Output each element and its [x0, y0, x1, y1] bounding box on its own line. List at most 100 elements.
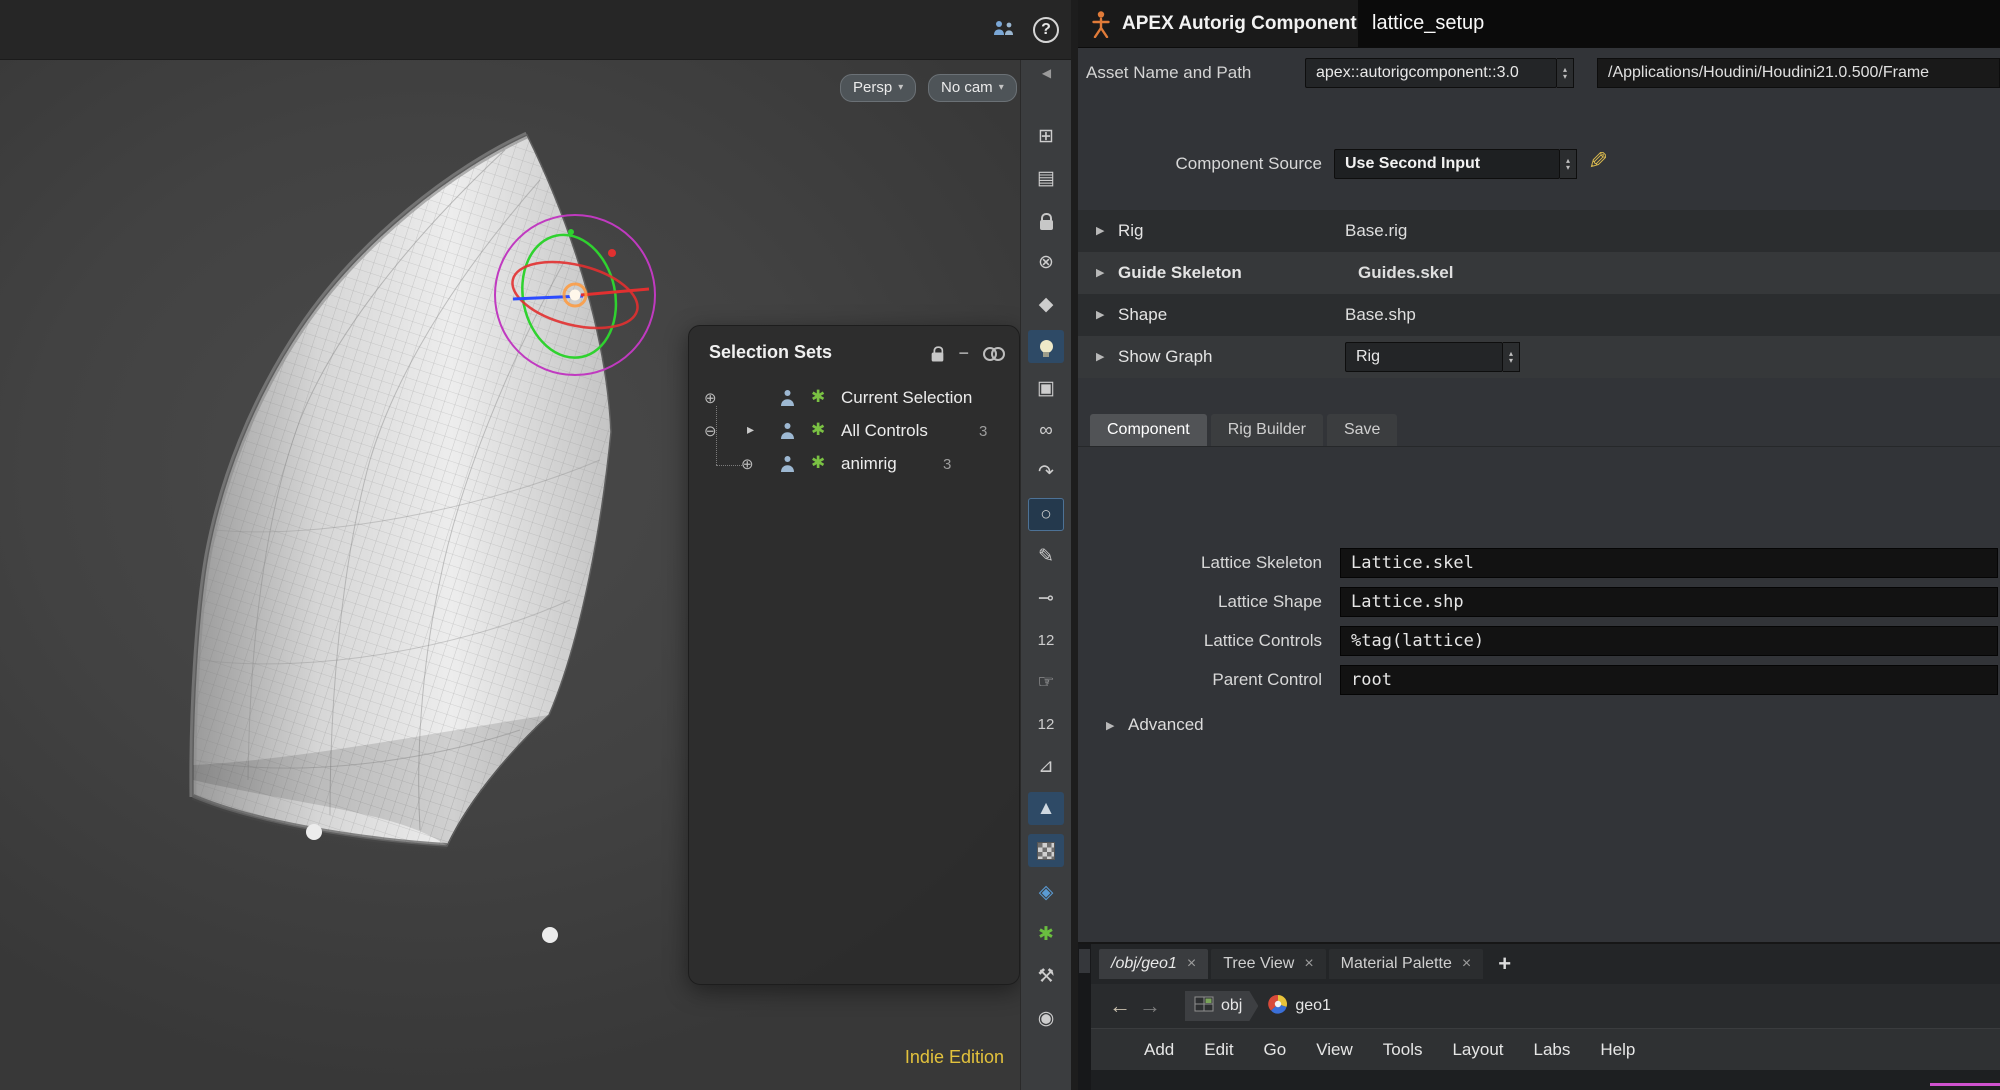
- paint-hand-icon[interactable]: ☞: [1028, 666, 1064, 699]
- tab-obj-geo1[interactable]: /obj/geo1 ×: [1099, 949, 1208, 979]
- persp-view-button[interactable]: Persp ▾: [840, 74, 916, 102]
- layout-panes-icon[interactable]: ⊞: [1028, 120, 1064, 153]
- component-source-spinner[interactable]: ▴ ▾: [1560, 149, 1577, 179]
- collapse-rail-icon[interactable]: ◀: [1021, 66, 1072, 80]
- tab-rig-builder[interactable]: Rig Builder: [1211, 414, 1323, 446]
- menu-tools[interactable]: Tools: [1368, 1029, 1438, 1071]
- parent-control-field[interactable]: root: [1340, 665, 1998, 695]
- viewport-canvas[interactable]: Persp ▾ No cam ▾ Selection Sets − ⊕: [0, 60, 1020, 1090]
- pane-splitter[interactable]: [1078, 944, 1091, 1090]
- persp-label: Persp: [853, 75, 892, 101]
- menu-view[interactable]: View: [1301, 1029, 1368, 1071]
- help-icon[interactable]: ?: [1033, 17, 1059, 43]
- asset-spinner[interactable]: ▴ ▾: [1557, 58, 1574, 88]
- expand-icon[interactable]: ⊕: [741, 455, 754, 473]
- collapse-icon[interactable]: ⊖: [704, 422, 717, 440]
- pane-divider[interactable]: [1071, 0, 1078, 1090]
- paint-count-icon[interactable]: 12: [1028, 708, 1064, 741]
- burst-icon[interactable]: ✱: [1028, 918, 1064, 951]
- show-graph-spinner[interactable]: ▴ ▾: [1503, 342, 1520, 372]
- tab-material-palette[interactable]: Material Palette ×: [1329, 949, 1484, 979]
- new-tab-button[interactable]: +: [1498, 951, 1511, 977]
- selection-set-label[interactable]: animrig: [841, 454, 897, 474]
- back-arrow-icon[interactable]: ←: [1109, 993, 1131, 1019]
- asset-dropdown[interactable]: apex::autorigcomponent::3.0: [1305, 58, 1557, 88]
- breadcrumb-obj[interactable]: obj: [1185, 991, 1258, 1021]
- menu-go[interactable]: Go: [1249, 1029, 1302, 1071]
- network-canvas-strip: [1091, 1070, 2000, 1090]
- character-icon: [779, 422, 796, 445]
- lattice-skeleton-field[interactable]: Lattice.skel: [1340, 548, 1998, 578]
- brush-icon[interactable]: ✎: [1028, 540, 1064, 573]
- splitter-handle[interactable]: [1079, 949, 1090, 973]
- section-shape[interactable]: ▶ Shape Base.shp: [1078, 294, 2000, 336]
- select-circle-icon[interactable]: ○: [1028, 498, 1064, 531]
- section-rig[interactable]: ▶ Rig Base.rig: [1078, 210, 2000, 252]
- list-item[interactable]: ⊖ ▸ ✱ All Controls 3: [689, 415, 1019, 448]
- component-source-dropdown[interactable]: Use Second Input: [1334, 149, 1560, 179]
- minimize-icon[interactable]: −: [958, 346, 969, 360]
- section-show-graph[interactable]: ▶ Show Graph Rig ▴ ▾: [1078, 336, 2000, 378]
- no-cam-button[interactable]: No cam ▾: [928, 74, 1017, 102]
- glasses-icon[interactable]: ∞: [1028, 414, 1064, 447]
- expand-icon[interactable]: ⊕: [704, 389, 717, 407]
- caret-right-icon[interactable]: ▶: [1096, 350, 1104, 363]
- menu-help[interactable]: Help: [1585, 1029, 1650, 1071]
- lattice-controls-field[interactable]: %tag(lattice): [1340, 626, 1998, 656]
- handles-icon[interactable]: ▲: [1028, 792, 1064, 825]
- tab-component[interactable]: Component: [1090, 414, 1207, 446]
- edit-pencil-icon[interactable]: ✎: [1588, 147, 1608, 176]
- tool-icon[interactable]: ⚒: [1028, 960, 1064, 993]
- list-item[interactable]: ⊕ ✱ Current Selection: [689, 382, 1019, 415]
- selection-sets-title: Selection Sets: [709, 342, 832, 363]
- sphere-icon[interactable]: ◉: [1028, 1002, 1064, 1035]
- caret-right-icon[interactable]: ▶: [1096, 308, 1104, 321]
- layers-icon[interactable]: ▣: [1028, 372, 1064, 405]
- menu-add[interactable]: Add: [1129, 1029, 1189, 1071]
- alpha-checker-icon[interactable]: [1028, 834, 1064, 867]
- list-item[interactable]: ⊕ ✱ animrig 3: [689, 448, 1019, 481]
- spinner-down-icon[interactable]: ▾: [1563, 73, 1567, 80]
- show-graph-dropdown[interactable]: Rig: [1345, 342, 1503, 372]
- select-none-icon[interactable]: ⊗: [1028, 246, 1064, 279]
- advanced-section[interactable]: ▶ Advanced: [1078, 710, 2000, 740]
- caret-right-icon[interactable]: ▶: [1096, 224, 1104, 237]
- field-label: Parent Control: [1078, 665, 1322, 695]
- breadcrumb-geo1[interactable]: geo1: [1268, 991, 1331, 1021]
- pin-icon[interactable]: ▸: [747, 421, 754, 438]
- notes-icon[interactable]: ▤: [1028, 162, 1064, 195]
- display-count-icon[interactable]: 12: [1028, 624, 1064, 657]
- menu-labs[interactable]: Labs: [1519, 1029, 1586, 1071]
- close-icon[interactable]: ×: [1187, 955, 1196, 973]
- tab-save[interactable]: Save: [1327, 414, 1397, 446]
- asset-path-field[interactable]: /Applications/Houdini/Houdini21.0.500/Fr…: [1597, 58, 2000, 88]
- section-guide-skeleton[interactable]: ▶ Guide Skeleton Guides.skel: [1078, 252, 2000, 294]
- forward-arrow-icon[interactable]: →: [1139, 993, 1161, 1019]
- highlight-bulb-icon[interactable]: [1028, 330, 1064, 363]
- menu-layout[interactable]: Layout: [1437, 1029, 1518, 1071]
- characters-icon[interactable]: [991, 19, 1017, 42]
- snap-diamond-icon[interactable]: ◆: [1028, 288, 1064, 321]
- link-icon[interactable]: [983, 346, 1005, 360]
- lock-icon[interactable]: [932, 353, 944, 362]
- asset-name-row: Asset Name and Path apex::autorigcompone…: [1078, 56, 2000, 90]
- caret-down-icon: ▾: [999, 75, 1004, 101]
- selection-set-label[interactable]: All Controls: [841, 421, 928, 441]
- asset-label: Asset Name and Path: [1086, 56, 1251, 90]
- export-view-icon[interactable]: ↷: [1028, 456, 1064, 489]
- close-icon[interactable]: ×: [1304, 955, 1313, 973]
- caret-right-icon[interactable]: ▶: [1106, 719, 1114, 732]
- selection-set-label[interactable]: Current Selection: [841, 388, 972, 408]
- menu-edit[interactable]: Edit: [1189, 1029, 1248, 1071]
- measure-icon[interactable]: ⊿: [1028, 750, 1064, 783]
- caret-right-icon[interactable]: ▶: [1096, 266, 1104, 279]
- spinner-down-icon[interactable]: ▾: [1509, 357, 1513, 364]
- snap-points-icon[interactable]: ◈: [1028, 876, 1064, 909]
- lattice-shape-field[interactable]: Lattice.shp: [1340, 587, 1998, 617]
- close-icon[interactable]: ×: [1462, 955, 1471, 973]
- spinner-down-icon[interactable]: ▾: [1566, 164, 1570, 171]
- lock-icon[interactable]: [1028, 204, 1064, 237]
- component-name-field[interactable]: lattice_setup: [1358, 0, 2000, 47]
- tab-tree-view[interactable]: Tree View ×: [1211, 949, 1325, 979]
- eyedropper-icon[interactable]: ⊸: [1028, 582, 1064, 615]
